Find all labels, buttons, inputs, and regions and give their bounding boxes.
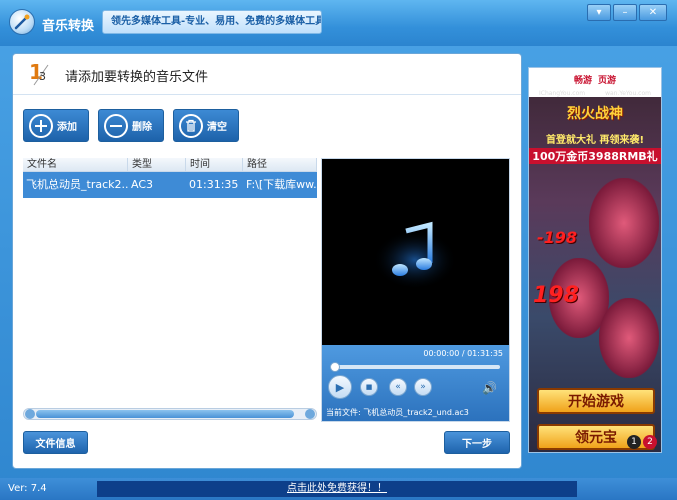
ad-brand-urls: IChangYou.com wan.YeYou.com bbox=[529, 90, 661, 97]
scrollbar-thumb[interactable] bbox=[36, 410, 294, 418]
version-label: Ver: 7.4 bbox=[8, 483, 47, 494]
ad-promo-line: 首登就大礼 再领来袭! bbox=[545, 135, 645, 146]
trash-icon bbox=[179, 113, 203, 138]
seek-bar[interactable] bbox=[330, 362, 500, 372]
horizontal-scrollbar[interactable] bbox=[23, 408, 317, 420]
clear-button[interactable]: 清空 bbox=[173, 109, 239, 142]
plus-icon bbox=[29, 113, 53, 138]
delete-button[interactable]: 删除 bbox=[98, 109, 164, 142]
menu-dropdown-button[interactable]: ▾ bbox=[587, 4, 611, 21]
ad-page-2[interactable]: 2 bbox=[643, 435, 657, 449]
ad-damage-number: -198 bbox=[537, 228, 578, 247]
slogan-banner[interactable]: 领先多媒体工具-专业、易用、免费的多媒体工具 bbox=[102, 10, 322, 34]
play-button[interactable]: ▶ bbox=[328, 375, 352, 399]
ad-url-2: wan.YeYou.com bbox=[605, 90, 651, 97]
divider bbox=[13, 94, 521, 95]
ad-banner[interactable]: 畅游 页游 IChangYou.com wan.YeYou.com 烈火战神 首… bbox=[528, 67, 662, 453]
file-list: 文件名 类型 时间 路径 飞机总动员_track2... AC3 01:31:3… bbox=[23, 158, 317, 422]
ad-promo-line-2: 100万金币3988RMB礼 bbox=[529, 148, 661, 164]
current-file-label: 当前文件: 飞机总动员_track2_und.ac3 bbox=[326, 408, 469, 417]
delete-label: 删除 bbox=[132, 122, 152, 133]
column-header-time[interactable]: 时间 bbox=[186, 158, 243, 171]
cell-name: 飞机总动员_track2... bbox=[26, 178, 128, 191]
ad-brand-yeyou: 页游 bbox=[598, 75, 617, 86]
add-label: 添加 bbox=[57, 122, 77, 133]
ad-url-1: IChangYou.com bbox=[538, 90, 586, 97]
column-header-path[interactable]: 路径 bbox=[243, 158, 317, 171]
player-screen bbox=[322, 159, 509, 345]
scroll-left-arrow[interactable] bbox=[25, 409, 35, 419]
cell-type: AC3 bbox=[131, 178, 154, 191]
main-panel: 1 3 请添加要转换的音乐文件 添加 删除 清空 文件名 类型 时间 路径 飞机… bbox=[12, 53, 522, 469]
ad-character-art-3 bbox=[599, 298, 659, 378]
promo-link[interactable]: 点击此处免费获得！！ bbox=[97, 481, 577, 497]
app-title: 音乐转换 bbox=[42, 19, 95, 34]
time-readout: 00:00:00 / 01:31:35 bbox=[423, 349, 503, 358]
status-bar: Ver: 7.4 点击此处免费获得！！ bbox=[0, 478, 677, 500]
step-title: 请添加要转换的音乐文件 bbox=[65, 70, 209, 85]
scroll-right-arrow[interactable] bbox=[305, 409, 315, 419]
ad-brand-bar: 畅游 页游 bbox=[529, 68, 661, 90]
file-list-header: 文件名 类型 时间 路径 bbox=[23, 158, 317, 172]
minus-icon bbox=[104, 113, 128, 138]
cell-time: 01:31:35 bbox=[189, 178, 239, 191]
previous-button[interactable]: « bbox=[389, 378, 407, 396]
ad-character-art bbox=[589, 178, 659, 268]
file-info-button[interactable]: 文件信息 bbox=[23, 431, 88, 454]
add-button[interactable]: 添加 bbox=[23, 109, 89, 142]
next-step-button[interactable]: 下一步 bbox=[444, 431, 510, 454]
title-bar: 音乐转换 领先多媒体工具-专业、易用、免费的多媒体工具 ▾ – ✕ bbox=[0, 0, 677, 46]
column-header-type[interactable]: 类型 bbox=[128, 158, 186, 171]
music-note-icon bbox=[373, 221, 457, 287]
column-header-name[interactable]: 文件名 bbox=[23, 158, 128, 171]
step-total: 3 bbox=[39, 70, 46, 83]
ad-start-game-button[interactable]: 开始游戏 bbox=[537, 388, 655, 414]
ad-brand-changyou: 畅游 bbox=[573, 75, 592, 86]
app-logo-icon bbox=[9, 9, 35, 35]
next-track-button[interactable]: » bbox=[414, 378, 432, 396]
close-button[interactable]: ✕ bbox=[639, 4, 667, 21]
ad-damage-number-2: 198 bbox=[533, 283, 579, 308]
clear-label: 清空 bbox=[207, 122, 227, 133]
table-row[interactable]: 飞机总动员_track2... AC3 01:31:35 F:\[下载库ww..… bbox=[23, 172, 317, 198]
stop-button[interactable]: ■ bbox=[360, 378, 378, 396]
player-controls: 00:00:00 / 01:31:35 ▶ ■ « » 🔊 当前文件: 飞机总动… bbox=[322, 345, 509, 421]
ad-game-title: 烈火战神 bbox=[567, 106, 623, 122]
ad-page-1[interactable]: 1 bbox=[627, 435, 641, 449]
cell-path: F:\[下载库ww... bbox=[246, 178, 317, 191]
media-player: 00:00:00 / 01:31:35 ▶ ■ « » 🔊 当前文件: 飞机总动… bbox=[321, 158, 510, 422]
minimize-button[interactable]: – bbox=[613, 4, 637, 21]
volume-icon[interactable]: 🔊 bbox=[482, 381, 497, 395]
seek-knob[interactable] bbox=[330, 362, 340, 372]
